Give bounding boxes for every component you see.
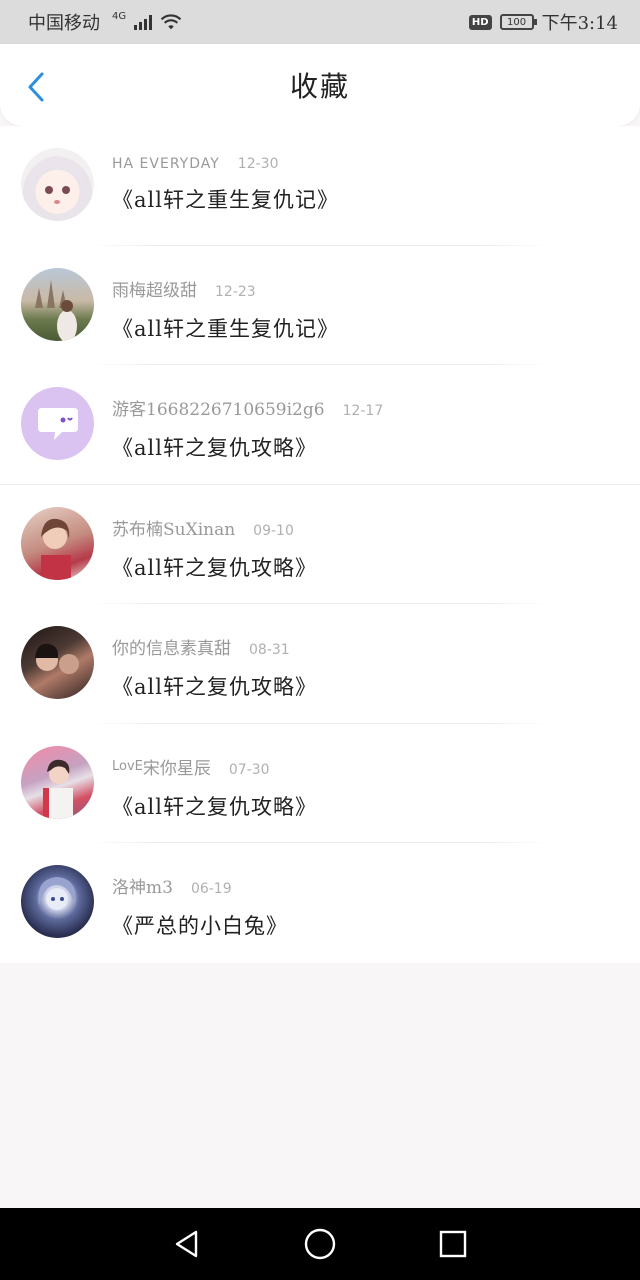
item-meta: 洛神m3 06-19 [112,873,288,898]
item-body: 游客1668226710659i2g6 12-17 《all轩之复仇攻略》 [112,395,383,462]
list-item[interactable]: 苏布楠SuXinan 09-10 《all轩之复仇攻略》 [0,485,640,604]
avatar[interactable] [21,865,94,938]
book-title: 《all轩之重生复仇记》 [112,316,339,341]
nav-home-button[interactable] [300,1224,340,1264]
item-body: 洛神m3 06-19 《严总的小白兔》 [112,873,288,940]
status-bar: 中国移动 4G HD 100 下午3:14 [0,0,640,44]
avatar[interactable] [21,506,94,580]
item-meta: 苏布楠SuXinan 09-10 [112,515,317,540]
item-meta: HA EVERYDAY 12-30 [112,156,339,172]
list-item[interactable]: LovE宋你星辰 07-30 《all轩之复仇攻略》 [0,724,640,843]
nav-back-button[interactable] [167,1224,207,1264]
wifi-icon [160,14,182,30]
item-meta: 游客1668226710659i2g6 12-17 [112,395,383,420]
book-title: 《all轩之复仇攻略》 [112,675,317,699]
username: 洛神m3 [112,878,173,898]
back-button[interactable] [22,71,50,103]
username-prefix: LovE [112,758,143,774]
item-body: LovE宋你星辰 07-30 《all轩之复仇攻略》 [112,754,317,821]
date: 12-17 [342,403,384,419]
list-item[interactable]: 洛神m3 06-19 《严总的小白兔》 [0,843,640,963]
nav-recents-button[interactable] [433,1224,473,1264]
book-title: 《all轩之复仇攻略》 [112,436,317,460]
status-left: 中国移动 4G [28,9,182,35]
date: 07-30 [228,761,270,778]
circle-home-icon [304,1228,336,1260]
triangle-back-icon [175,1230,197,1258]
avatar[interactable] [21,745,94,819]
header: 收藏 [0,44,640,126]
item-body: 苏布楠SuXinan 09-10 《all轩之复仇攻略》 [112,515,317,582]
square-recents-icon [440,1230,467,1258]
avatar[interactable] [21,626,94,699]
date: 06-19 [190,881,232,897]
signal-icon [134,14,153,30]
item-meta: 你的信息素真甜 08-31 [112,634,317,659]
network-type: 4G [112,10,127,22]
list-item[interactable]: 游客1668226710659i2g6 12-17 《all轩之复仇攻略》 [0,365,640,485]
avatar[interactable] [21,387,94,460]
username: 游客1668226710659i2g6 [112,400,325,420]
book-title: 《严总的小白兔》 [112,914,288,938]
avatar[interactable] [21,267,94,341]
item-body: 雨梅超级甜 12-23 《all轩之重生复仇记》 [112,276,339,343]
avatar[interactable] [21,148,94,221]
list-item[interactable]: 你的信息素真甜 08-31 《all轩之复仇攻略》 [0,604,640,724]
chat-bubble-icon [37,407,78,440]
book-title: 《all轩之重生复仇记》 [112,188,339,212]
list-item[interactable]: HA EVERYDAY 12-30 《all轩之重生复仇记》 [0,126,640,246]
item-meta: LovE宋你星辰 07-30 [112,754,317,779]
username: HA EVERYDAY [112,156,220,172]
username-group: LovE宋你星辰 [112,754,211,779]
date: 08-31 [249,642,290,658]
book-title: 《all轩之复仇攻略》 [112,794,317,819]
item-meta: 雨梅超级甜 12-23 [112,276,339,301]
username: 宋你星辰 [142,758,211,779]
list-item[interactable]: 雨梅超级甜 12-23 《all轩之重生复仇记》 [0,246,640,365]
hd-badge: HD [468,14,492,30]
date: 12-23 [215,283,256,300]
page-title: 收藏 [289,70,350,103]
chevron-left-icon [28,72,44,102]
clock: 下午3:14 [541,13,618,34]
item-body: 你的信息素真甜 08-31 《all轩之复仇攻略》 [112,634,317,701]
username: 雨梅超级甜 [112,280,197,301]
book-title: 《all轩之复仇攻略》 [112,555,317,580]
date: 12-30 [237,156,279,172]
battery-level: 100 [507,16,527,28]
username: 苏布楠SuXinan [112,519,236,540]
carrier-name: 中国移动 [28,13,100,34]
username: 你的信息素真甜 [112,639,231,659]
favorites-list: HA EVERYDAY 12-30 《all轩之重生复仇记》 雨梅超级甜 12-… [0,126,640,963]
system-nav-bar [0,1208,640,1280]
item-body: HA EVERYDAY 12-30 《all轩之重生复仇记》 [112,156,339,214]
status-right: HD 100 下午3:14 [468,9,618,35]
battery-icon: 100 [499,14,537,30]
date: 09-10 [253,522,294,539]
